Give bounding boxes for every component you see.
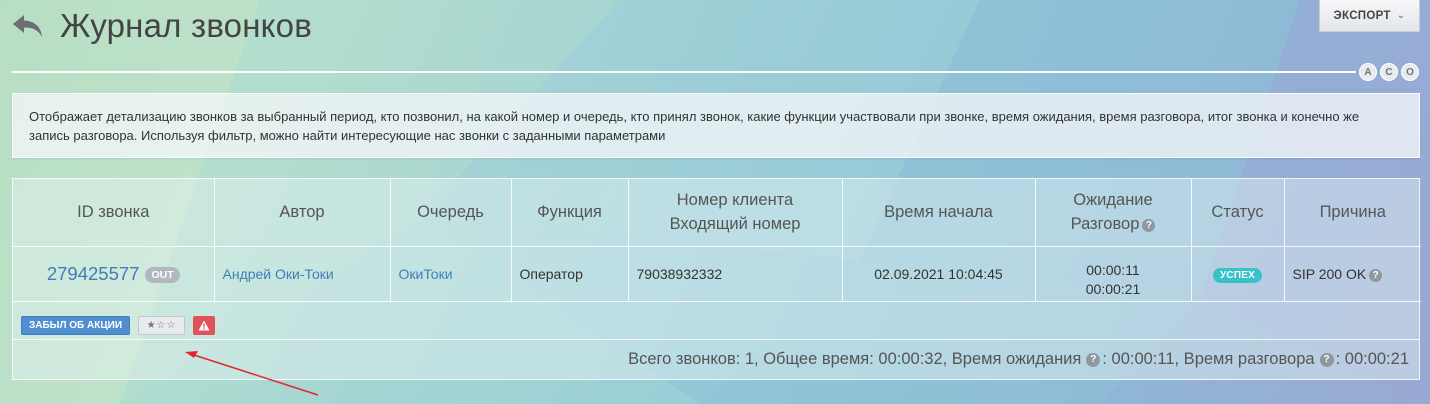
page-title: Журнал звонков <box>60 7 312 44</box>
col-header-id[interactable]: ID звонка <box>13 179 215 247</box>
tag-button[interactable]: ЗАБЫЛ ОБ АКЦИИ <box>21 316 131 335</box>
cell-function: Оператор <box>511 246 629 302</box>
description-box: Отображает детализацию звонков за выбран… <box>12 93 1420 158</box>
view-toggle-group: A C O <box>1359 63 1419 81</box>
view-toggle-o[interactable]: O <box>1401 63 1419 81</box>
table-header-row: ID звонка Автор Очередь Функция Номер кл… <box>13 179 1421 247</box>
col-header-function[interactable]: Функция <box>511 179 629 247</box>
col-header-reason[interactable]: Причина <box>1284 179 1421 247</box>
cell-client-number: 79038932332 <box>628 246 843 302</box>
col-header-wait-line1: Ожидание <box>1073 191 1153 210</box>
summary-part1: Всего звонков: 1, Общее время: 00:00:32,… <box>628 350 1082 368</box>
status-badge: УСПЕХ <box>1213 267 1262 283</box>
help-icon[interactable]: ? <box>1142 219 1156 233</box>
help-icon[interactable]: ? <box>1369 268 1383 282</box>
view-toggle-c[interactable]: C <box>1380 63 1398 81</box>
export-button[interactable]: ЭКСПОРТ ⌄ <box>1319 0 1420 32</box>
header-divider <box>12 71 1356 73</box>
help-icon[interactable]: ? <box>1319 352 1334 367</box>
report-issue-button[interactable] <box>193 316 216 335</box>
call-id-link[interactable]: 279425577 <box>47 263 140 284</box>
col-header-wait-line2: Разговор <box>1070 215 1140 234</box>
col-header-start-time[interactable]: Время начала <box>842 179 1036 247</box>
cell-status: УСПЕХ <box>1191 246 1285 302</box>
cell-wait-talk: 00:00:11 00:00:21 <box>1035 246 1192 302</box>
row-actions: ЗАБЫЛ ОБ АКЦИИ ★☆☆ <box>21 316 216 335</box>
wait-time: 00:00:11 <box>1086 261 1140 278</box>
page-header: Журнал звонков <box>10 4 312 48</box>
cell-queue: ОкиТоки <box>390 246 512 302</box>
calls-table-panel: ID звонка Автор Очередь Функция Номер кл… <box>12 178 1421 380</box>
chevron-down-icon: ⌄ <box>1396 10 1406 21</box>
cell-reason: SIP 200 OK? <box>1284 246 1421 302</box>
col-header-wait-talk[interactable]: Ожидание Разговор? <box>1035 179 1192 247</box>
view-toggle-a[interactable]: A <box>1359 63 1377 81</box>
help-icon[interactable]: ? <box>1086 352 1101 367</box>
cell-start-time: 02.09.2021 10:04:45 <box>842 246 1036 302</box>
reason-text: SIP 200 OK <box>1292 265 1367 282</box>
calls-table: ID звонка Автор Очередь Функция Номер кл… <box>13 179 1421 302</box>
direction-badge: OUT <box>145 266 180 283</box>
col-header-author[interactable]: Автор <box>214 179 391 247</box>
summary-part2: : 00:00:11, Время разговора <box>1102 350 1315 368</box>
rating-button[interactable]: ★☆☆ <box>138 316 186 335</box>
col-header-client-line2: Входящий номер <box>669 215 801 234</box>
queue-link[interactable]: ОкиТоки <box>399 266 453 282</box>
description-text: Отображает детализацию звонков за выбран… <box>29 109 1360 143</box>
talk-time: 00:00:21 <box>1085 280 1141 297</box>
back-arrow-icon[interactable] <box>10 8 46 44</box>
col-header-client-number[interactable]: Номер клиента Входящий номер <box>628 179 843 247</box>
col-header-status[interactable]: Статус <box>1191 179 1285 247</box>
export-label: ЭКСПОРТ <box>1333 9 1391 22</box>
cell-id: 279425577 OUT <box>13 246 215 302</box>
col-header-client-line1: Номер клиента <box>676 191 794 210</box>
cell-author: Андрей Оки-Токи <box>214 246 391 302</box>
col-header-queue[interactable]: Очередь <box>390 179 512 247</box>
warning-icon <box>198 320 210 331</box>
author-link[interactable]: Андрей Оки-Токи <box>223 266 334 282</box>
summary-row: Всего звонков: 1, Общее время: 00:00:32,… <box>13 339 1419 379</box>
summary-part3: : 00:00:21 <box>1335 350 1409 368</box>
table-row: 279425577 OUT Андрей Оки-Токи ОкиТоки Опе… <box>13 246 1421 302</box>
